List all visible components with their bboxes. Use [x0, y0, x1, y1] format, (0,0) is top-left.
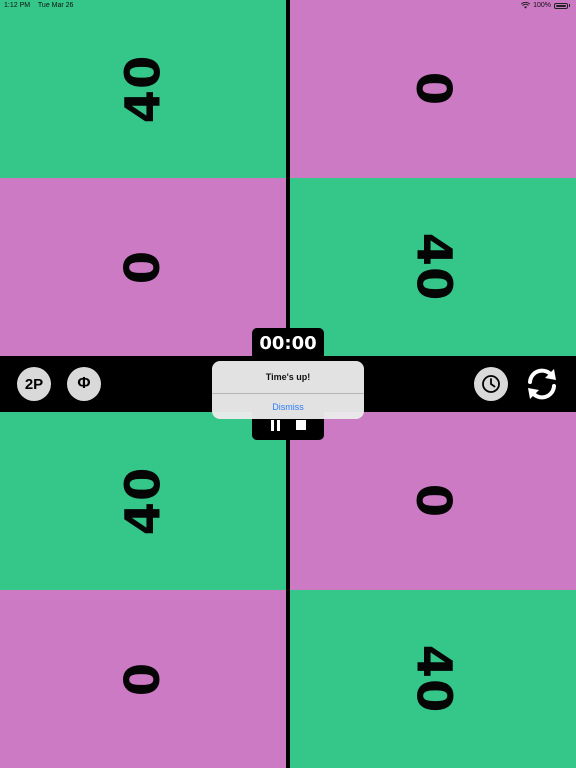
- dismiss-button[interactable]: Dismiss: [212, 394, 364, 419]
- score-value: 0: [405, 483, 461, 519]
- two-player-button[interactable]: 2P: [17, 367, 51, 401]
- score-value: 40: [404, 644, 461, 714]
- score-panel-bottom-right-upper[interactable]: 0: [290, 412, 576, 590]
- score-panel-top-right-upper[interactable]: 0: [290, 0, 576, 178]
- battery-percent: 100%: [533, 2, 551, 9]
- timer-display: 00:00: [252, 328, 324, 358]
- score-panel-top-left-upper[interactable]: 40: [0, 0, 286, 178]
- score-panel-bottom-right-lower[interactable]: 40: [290, 590, 576, 768]
- status-time: 1:12 PM: [4, 2, 31, 9]
- battery-icon: [554, 2, 568, 9]
- score-value: 40: [114, 54, 171, 124]
- wifi-icon: [521, 2, 531, 9]
- alert-title: Time's up!: [265, 372, 311, 382]
- clock-icon: [482, 375, 500, 393]
- stop-icon[interactable]: [295, 420, 306, 430]
- score-panel-bottom-left-upper[interactable]: 40: [0, 412, 286, 590]
- score-value: 40: [404, 232, 461, 302]
- status-bar: 1:12 PM Tue Mar 26 100%: [0, 0, 576, 12]
- score-panel-bottom-left-lower[interactable]: 0: [0, 590, 286, 768]
- timer-settings-button[interactable]: [474, 367, 508, 401]
- score-panel-top-left-lower[interactable]: 0: [0, 178, 286, 356]
- refresh-icon: [528, 368, 556, 400]
- times-up-alert: Time's up! Dismiss: [212, 361, 364, 419]
- pause-icon[interactable]: [270, 419, 280, 431]
- score-value: 40: [114, 466, 171, 536]
- score-value: 0: [405, 71, 461, 107]
- score-value: 0: [115, 249, 171, 285]
- score-panel-top-right-lower[interactable]: 40: [290, 178, 576, 356]
- phi-button[interactable]: Φ: [67, 367, 101, 401]
- reset-button[interactable]: [523, 365, 561, 403]
- status-date: Tue Mar 26: [37, 2, 74, 9]
- score-value: 0: [115, 661, 171, 697]
